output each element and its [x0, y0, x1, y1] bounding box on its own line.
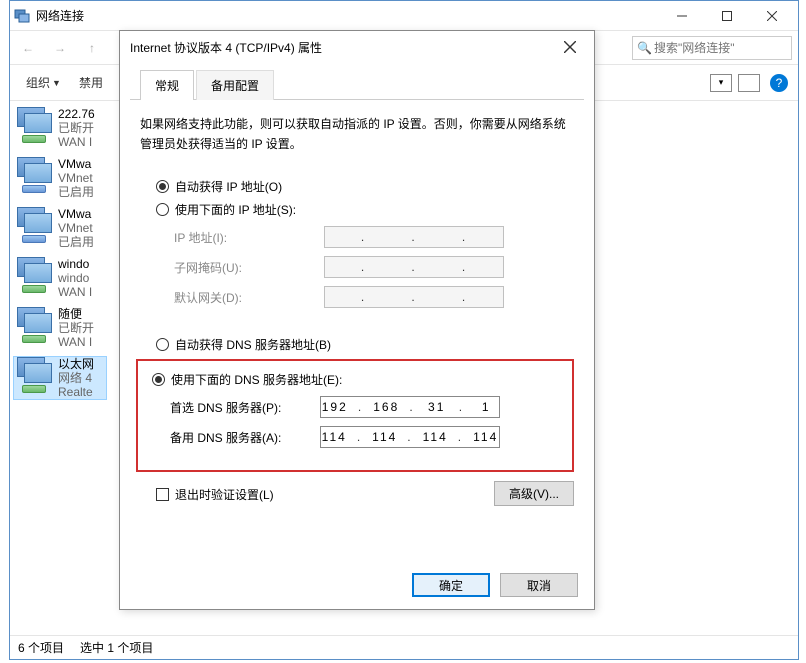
radio-icon [156, 180, 169, 193]
ok-button[interactable]: 确定 [412, 573, 490, 597]
help-icon[interactable]: ? [770, 74, 788, 92]
radio-icon [156, 338, 169, 351]
connection-label: 随便已断开WAN I [58, 307, 106, 349]
ip-address-input: ... [324, 226, 504, 248]
connection-label: 以太网网络 4Realte [58, 357, 106, 399]
close-button[interactable] [749, 1, 794, 30]
dialog-titlebar: Internet 协议版本 4 (TCP/IPv4) 属性 [120, 31, 594, 63]
dialog-buttons: 确定 取消 [412, 573, 578, 597]
dns-alternate-row: 备用 DNS 服务器(A): 114.114.114.114 [170, 426, 566, 448]
titlebar: 网络连接 [10, 1, 798, 31]
subnet-input: ... [324, 256, 504, 278]
gateway-row: 默认网关(D): ... [174, 286, 574, 308]
radio-ip-auto[interactable]: 自动获得 IP 地址(O) [156, 178, 574, 195]
dns-preferred-row: 首选 DNS 服务器(P): 192.168.31.1 [170, 396, 566, 418]
network-adapter-icon [14, 357, 54, 393]
disable-button[interactable]: 禁用 [73, 71, 109, 94]
window-icon [14, 8, 30, 24]
dialog-tabs: 常规 备用配置 [130, 63, 584, 100]
selected-count: 选中 1 个项目 [80, 639, 153, 656]
radio-icon [152, 373, 165, 386]
organize-menu[interactable]: 组织 ▼ [20, 71, 67, 94]
gateway-input: ... [324, 286, 504, 308]
cancel-button[interactable]: 取消 [500, 573, 578, 597]
back-button[interactable]: ← [16, 36, 40, 60]
search-input[interactable] [654, 41, 787, 55]
dns-alternate-input[interactable]: 114.114.114.114 [320, 426, 500, 448]
ipv4-properties-dialog: Internet 协议版本 4 (TCP/IPv4) 属性 常规 备用配置 如果… [119, 30, 595, 610]
connection-label: 222.76已断开WAN I [58, 107, 106, 149]
dialog-body: 如果网络支持此功能，则可以获取自动指派的 IP 设置。否则，你需要从网络系统管理… [120, 100, 594, 517]
radio-ip-manual[interactable]: 使用下面的 IP 地址(S): [156, 201, 574, 218]
connection-item[interactable]: 222.76已断开WAN I [14, 107, 106, 149]
advanced-button[interactable]: 高级(V)... [494, 481, 574, 506]
search-box[interactable]: 🔍 [632, 36, 792, 60]
connection-label: VMwaVMnet已启用 [58, 157, 106, 199]
dialog-title: Internet 协议版本 4 (TCP/IPv4) 属性 [130, 39, 556, 56]
network-adapter-icon [14, 257, 54, 293]
dns-preferred-input[interactable]: 192.168.31.1 [320, 396, 500, 418]
radio-icon [156, 203, 169, 216]
network-adapter-icon [14, 157, 54, 193]
minimize-button[interactable] [659, 1, 704, 30]
network-adapter-icon [14, 107, 54, 143]
connection-item[interactable]: 随便已断开WAN I [14, 307, 106, 349]
network-adapter-icon [14, 207, 54, 243]
connection-label: windowindoWAN I [58, 257, 106, 299]
radio-dns-manual[interactable]: 使用下面的 DNS 服务器地址(E): [152, 371, 566, 388]
dialog-close-button[interactable] [556, 33, 584, 61]
view-mode-1[interactable]: ▾ [710, 74, 732, 92]
item-count: 6 个项目 [18, 639, 64, 656]
statusbar: 6 个项目 选中 1 个项目 [10, 635, 798, 659]
connection-label: VMwaVMnet已启用 [58, 207, 106, 249]
window-title: 网络连接 [36, 7, 659, 24]
intro-text: 如果网络支持此功能，则可以获取自动指派的 IP 设置。否则，你需要从网络系统管理… [140, 114, 574, 154]
radio-dns-auto[interactable]: 自动获得 DNS 服务器地址(B) [156, 336, 574, 353]
checkbox-icon [156, 488, 169, 501]
connections-list: 222.76已断开WAN I VMwaVMnet已启用 VMwaVMnet已启用… [10, 101, 110, 635]
tab-general[interactable]: 常规 [140, 70, 194, 100]
tab-alternate[interactable]: 备用配置 [196, 70, 274, 100]
connection-item[interactable]: VMwaVMnet已启用 [14, 207, 106, 249]
connection-item[interactable]: VMwaVMnet已启用 [14, 157, 106, 199]
forward-button[interactable]: → [48, 36, 72, 60]
maximize-button[interactable] [704, 1, 749, 30]
view-mode-2[interactable] [738, 74, 760, 92]
dns-highlight-box: 使用下面的 DNS 服务器地址(E): 首选 DNS 服务器(P): 192.1… [136, 359, 574, 472]
ip-address-row: IP 地址(I): ... [174, 226, 574, 248]
connection-item[interactable]: 以太网网络 4Realte [14, 357, 106, 399]
subnet-row: 子网掩码(U): ... [174, 256, 574, 278]
network-adapter-icon [14, 307, 54, 343]
connection-item[interactable]: windowindoWAN I [14, 257, 106, 299]
up-button[interactable]: ↑ [80, 36, 104, 60]
chevron-down-icon: ▼ [52, 78, 61, 88]
search-icon: 🔍 [637, 41, 652, 55]
